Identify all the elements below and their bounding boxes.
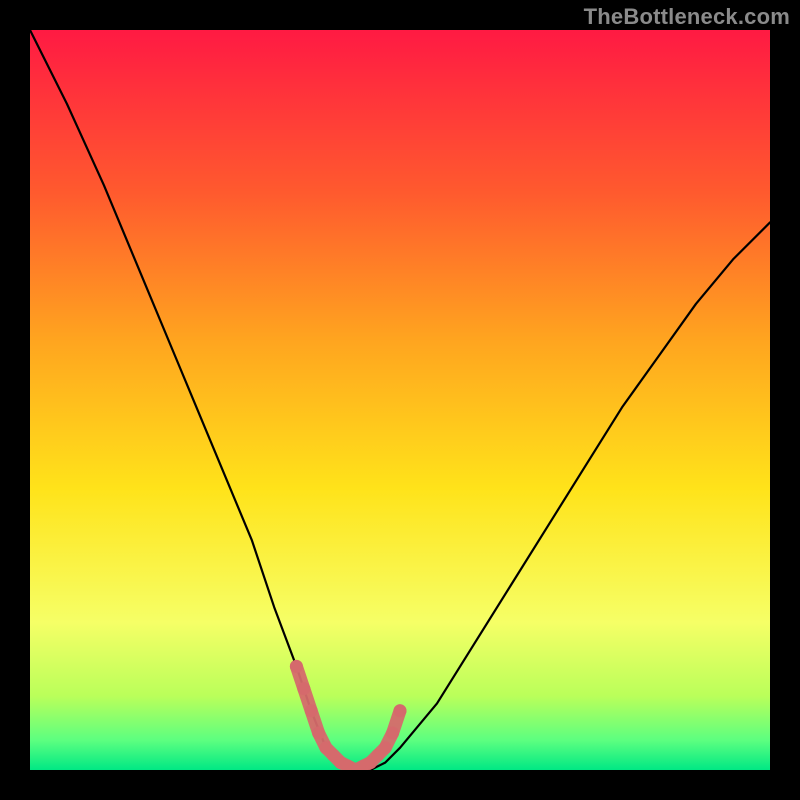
marker-dot xyxy=(305,704,318,717)
watermark-text: TheBottleneck.com xyxy=(584,4,790,30)
marker-dot xyxy=(386,727,399,740)
marker-dot xyxy=(290,660,303,673)
marker-dot xyxy=(312,727,325,740)
gradient-background xyxy=(30,30,770,770)
chart-svg xyxy=(30,30,770,770)
marker-dot xyxy=(379,741,392,754)
marker-dot xyxy=(394,704,407,717)
marker-dot xyxy=(297,682,310,695)
chart-frame: TheBottleneck.com xyxy=(0,0,800,800)
plot-area xyxy=(30,30,770,770)
